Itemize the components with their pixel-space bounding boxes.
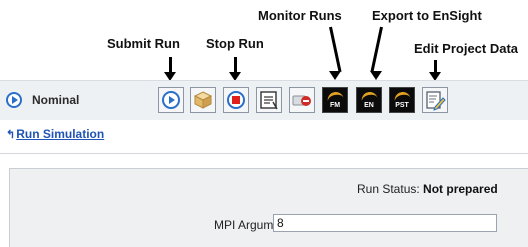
edit-document-icon: [426, 91, 446, 111]
export-ensight-button[interactable]: EN: [356, 87, 382, 113]
run-status-value: Not prepared: [423, 182, 498, 196]
cancel-job-icon: [292, 95, 311, 106]
submit-run-callout: Submit Run: [107, 36, 180, 51]
report-button[interactable]: [256, 87, 282, 113]
report-icon: [260, 91, 278, 110]
export-ensight-callout: Export to EnSight: [372, 8, 482, 23]
edit-project-data-button[interactable]: [422, 87, 448, 113]
fm-icon: FM: [329, 102, 341, 109]
run-simulation-link[interactable]: ↰ Run Simulation: [6, 127, 104, 141]
mpi-arguments-field[interactable]: [273, 214, 497, 232]
run-panel: [9, 168, 528, 247]
run-status-label: Run Status:: [357, 182, 420, 196]
prepare-run-button[interactable]: [190, 87, 216, 113]
swoosh-graphic: [326, 90, 344, 103]
stop-run-button[interactable]: [223, 87, 249, 113]
package-box-icon: [193, 91, 213, 109]
cancel-job-button[interactable]: [289, 87, 315, 113]
link-label: Run Simulation: [16, 127, 105, 141]
edit-project-callout: Edit Project Data: [414, 41, 519, 56]
page-title: Nominal: [32, 93, 80, 107]
divider: [0, 153, 528, 154]
play-circle-icon: [162, 91, 180, 109]
submit-run-button[interactable]: [158, 87, 184, 113]
run-status: Run Status: Not prepared: [357, 182, 498, 196]
en-icon: EN: [364, 102, 374, 109]
swoosh-graphic: [360, 90, 378, 103]
monitor-runs-callout: Monitor Runs: [258, 8, 342, 23]
swoosh-graphic: [393, 90, 411, 103]
stop-run-callout: Stop Run: [206, 36, 264, 51]
play-circle-icon: [6, 92, 22, 108]
page-header: Nominal: [6, 92, 79, 108]
post-processing-button[interactable]: PST: [389, 87, 415, 113]
back-arrow-icon: ↰: [6, 128, 16, 141]
pst-icon: PST: [395, 102, 409, 109]
stop-icon: [227, 91, 245, 109]
monitor-runs-button[interactable]: FM: [322, 87, 348, 113]
